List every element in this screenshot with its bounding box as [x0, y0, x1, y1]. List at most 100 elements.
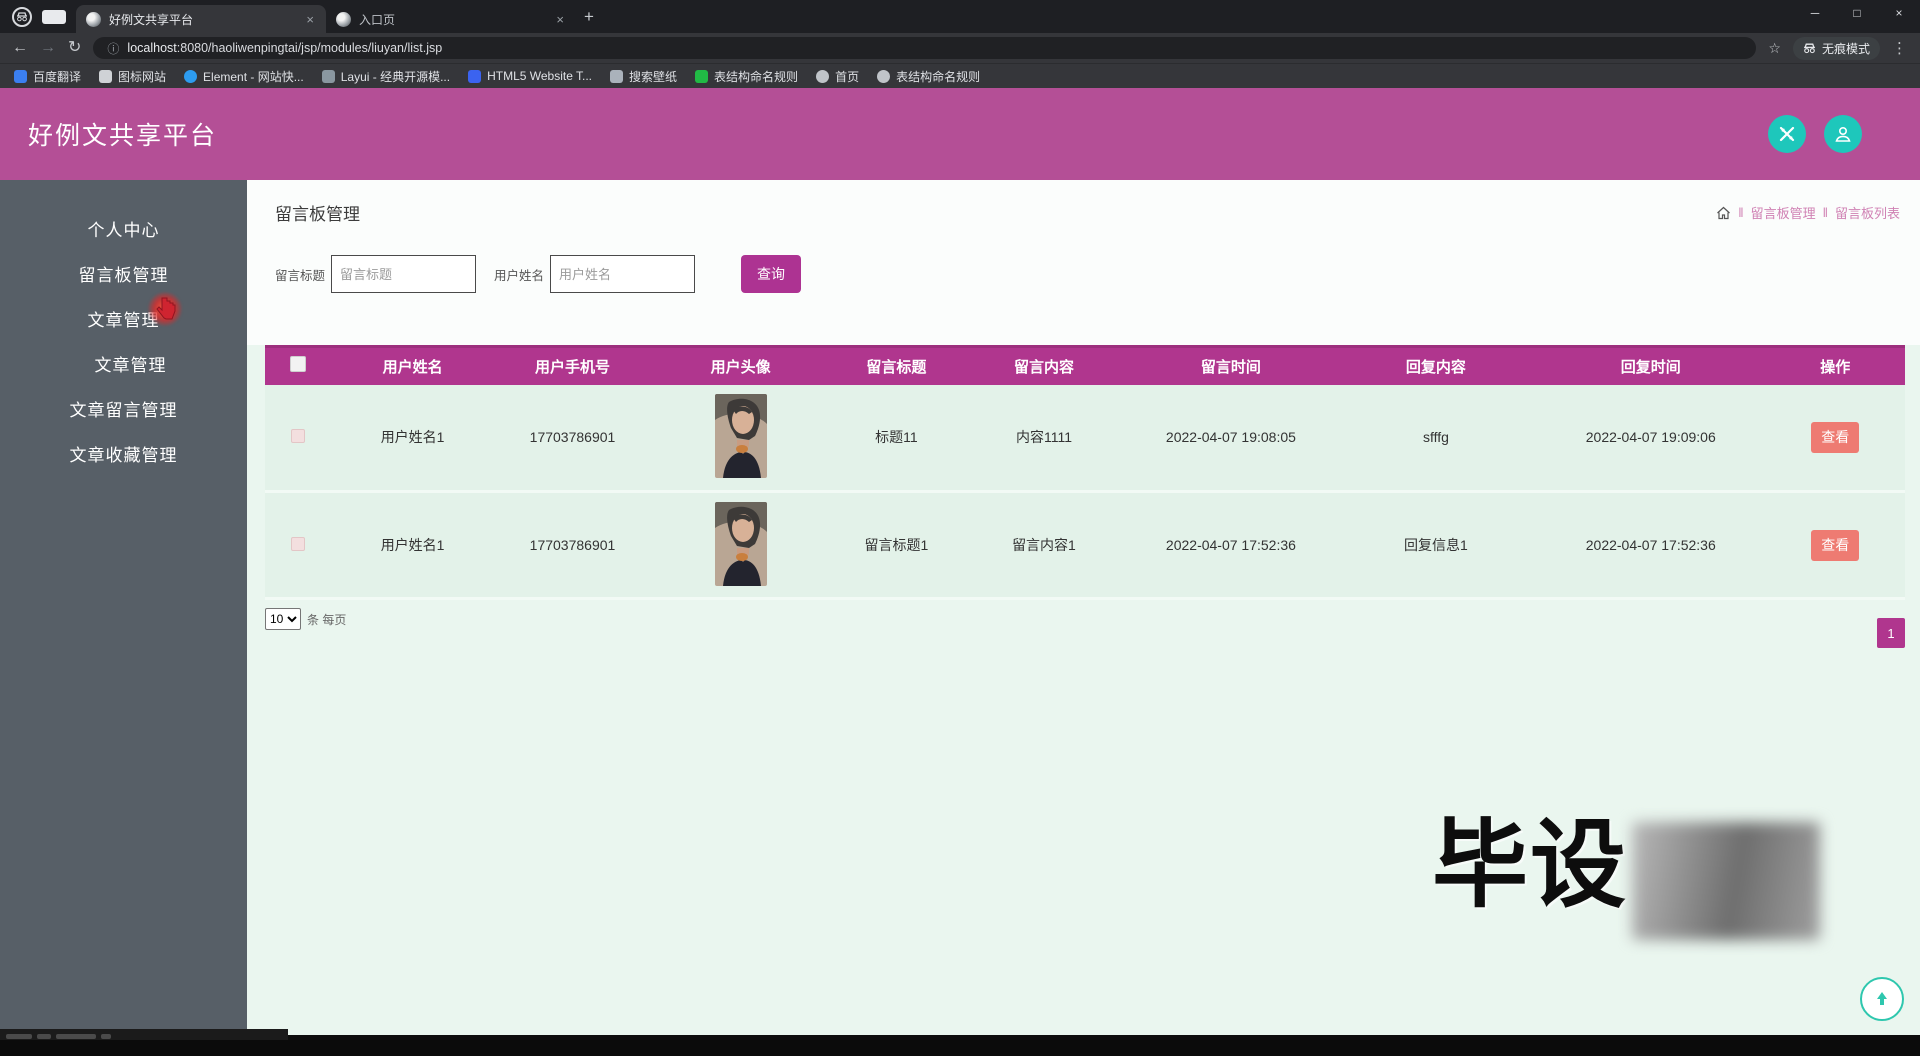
table-row: 用户姓名1 17703786901 留言标题1 留言内容1 2022-04-07…: [265, 491, 1905, 599]
address-bar[interactable]: ⓘ localhost:8080/haoliwenpingtai/jsp/mod…: [93, 37, 1757, 59]
message-title-input[interactable]: [331, 255, 477, 293]
bookmark-item[interactable]: 百度翻译: [14, 68, 81, 85]
watermark-censored-blur: [1632, 822, 1820, 940]
bookmark-favicon-icon: [14, 69, 27, 83]
cell-reply-content: sfffg: [1422, 429, 1449, 446]
incognito-badge: 无痕模式: [1792, 36, 1880, 60]
col-user-name: 用户姓名: [382, 358, 443, 376]
page-title: 留言板管理: [275, 205, 360, 224]
tab-close-icon[interactable]: ×: [554, 12, 566, 27]
forward-icon[interactable]: →: [40, 40, 56, 56]
cell-message-time: 2022-04-07 19:08:05: [1165, 429, 1296, 446]
browser-tab-inactive[interactable]: 入口页 ×: [326, 5, 576, 33]
sidebar-item-article-mgmt[interactable]: 文章管理: [0, 296, 247, 341]
page-info-icon[interactable]: ⓘ: [107, 40, 119, 57]
url-host: localhost: [127, 41, 177, 55]
bookmark-item[interactable]: HTML5 Website T...: [468, 69, 592, 83]
reload-icon[interactable]: ↻: [68, 40, 81, 56]
exit-fullscreen-button[interactable]: [1768, 115, 1806, 153]
browser-tab-active[interactable]: 好例文共享平台 ×: [76, 5, 326, 33]
breadcrumb-item[interactable]: 留言板列表: [1835, 203, 1900, 222]
cell-message-content: 留言内容1: [1012, 537, 1076, 553]
table-header-row: 用户姓名 用户手机号 用户头像 留言标题 留言内容 留言时间 回复内容 回复时间…: [265, 346, 1905, 385]
col-message-title: 留言标题: [866, 358, 927, 376]
search-form: 留言标题 用户姓名 查询: [275, 255, 1902, 293]
bookmark-item[interactable]: 图标网站: [99, 68, 166, 85]
bookmark-favicon-icon: [816, 69, 830, 83]
tab-title: 入口页: [359, 12, 396, 27]
query-button[interactable]: 查询: [741, 255, 802, 293]
cell-user-name: 用户姓名1: [380, 537, 445, 553]
taskbar-strip: [0, 1040, 1920, 1056]
pagination-page-1[interactable]: 1: [1877, 618, 1905, 648]
col-actions: 操作: [1820, 358, 1851, 376]
bookmark-favicon-icon: [184, 69, 198, 83]
incognito-logo-icon: [12, 7, 32, 27]
sidebar-item-personal-center[interactable]: 个人中心: [0, 206, 247, 251]
view-button[interactable]: 查看: [1811, 421, 1860, 453]
select-all-checkbox[interactable]: [289, 356, 306, 373]
cell-user-phone: 17703786901: [529, 537, 616, 553]
per-page-label: 条 每页: [307, 612, 347, 627]
tab-search-button[interactable]: [42, 10, 66, 24]
cell-user-name: 用户姓名1: [380, 429, 445, 446]
col-message-content: 留言内容: [1013, 358, 1074, 376]
col-reply-time: 回复时间: [1620, 358, 1681, 376]
bookmark-item[interactable]: Element - 网站快...: [184, 68, 304, 85]
sidebar-item-article-mgmt-2[interactable]: 文章管理: [0, 341, 247, 386]
bookmark-star-icon[interactable]: ☆: [1768, 40, 1781, 57]
bookmark-item[interactable]: Layui - 经典开源模...: [321, 68, 450, 85]
search-field-label: 留言标题: [275, 268, 326, 283]
new-tab-button[interactable]: +: [576, 7, 608, 33]
cell-message-time: 2022-04-07 17:52:36: [1165, 537, 1296, 553]
page-size-select[interactable]: 10: [265, 608, 301, 630]
col-message-time: 留言时间: [1200, 358, 1261, 376]
tab-close-icon[interactable]: ×: [304, 12, 316, 27]
user-avatar: [714, 393, 767, 478]
col-reply-content: 回复内容: [1405, 358, 1466, 376]
sidebar-item-article-favorite[interactable]: 文章收藏管理: [0, 431, 247, 476]
bookmark-favicon-icon: [99, 69, 113, 83]
row-checkbox[interactable]: [290, 536, 305, 551]
user-name-input[interactable]: [550, 255, 696, 293]
back-to-top-button[interactable]: [1860, 977, 1904, 1021]
cell-reply-time: 2022-04-07 19:09:06: [1585, 429, 1716, 446]
sidebar-item-message-board[interactable]: 留言板管理: [0, 251, 247, 296]
breadcrumb-separator: ‖: [1822, 205, 1828, 220]
table-row: 用户姓名1 17703786901 标题11 内容1111 2022-04-07…: [265, 384, 1905, 492]
cell-user-phone: 17703786901: [529, 429, 616, 446]
bookmark-item[interactable]: 首页: [816, 68, 859, 85]
search-field-label: 用户姓名: [494, 268, 545, 283]
row-checkbox[interactable]: [290, 428, 305, 443]
view-button[interactable]: 查看: [1811, 529, 1860, 561]
window-minimize-button[interactable]: ─: [1794, 0, 1836, 26]
bookmark-item[interactable]: 表结构命名规则: [695, 68, 798, 85]
incognito-label: 无痕模式: [1821, 41, 1870, 56]
cell-message-title: 留言标题1: [864, 537, 929, 553]
bookmark-favicon-icon: [877, 69, 891, 83]
page-header-band: 留言板管理 ‖ 留言板管理 ‖ 留言板列表 留言标题 用户姓名: [247, 180, 1920, 345]
bookmark-favicon-icon: [610, 69, 624, 83]
user-profile-button[interactable]: [1824, 115, 1862, 153]
watermark: 毕设: [1432, 818, 1820, 940]
watermark-text: 毕设: [1432, 812, 1628, 919]
main-content: 留言板管理 ‖ 留言板管理 ‖ 留言板列表 留言标题 用户姓名: [247, 180, 1920, 1035]
browser-menu-icon[interactable]: ⋮: [1892, 39, 1908, 57]
window-close-button[interactable]: ×: [1878, 0, 1920, 26]
app-title: 好例文共享平台: [28, 122, 218, 150]
window-restore-button[interactable]: □: [1836, 0, 1878, 26]
app-header: 好例文共享平台: [0, 88, 1920, 180]
bookmark-favicon-icon: [468, 69, 482, 83]
cell-message-content: 内容1111: [1015, 429, 1072, 446]
user-avatar: [714, 501, 767, 586]
user-icon: [1835, 126, 1851, 142]
back-icon[interactable]: ←: [12, 40, 28, 56]
cell-reply-time: 2022-04-07 17:52:36: [1585, 537, 1716, 553]
bookmark-item[interactable]: 搜索壁纸: [610, 68, 677, 85]
sidebar-item-article-message[interactable]: 文章留言管理: [0, 386, 247, 431]
home-icon[interactable]: [1716, 206, 1731, 220]
bookmark-favicon-icon: [695, 69, 709, 83]
sidebar: 个人中心 留言板管理 文章管理 文章管理 文章留言管理 文章收藏管理: [0, 180, 247, 1035]
breadcrumb-item[interactable]: 留言板管理: [1751, 203, 1816, 222]
bookmark-item[interactable]: 表结构命名规则: [877, 68, 980, 85]
